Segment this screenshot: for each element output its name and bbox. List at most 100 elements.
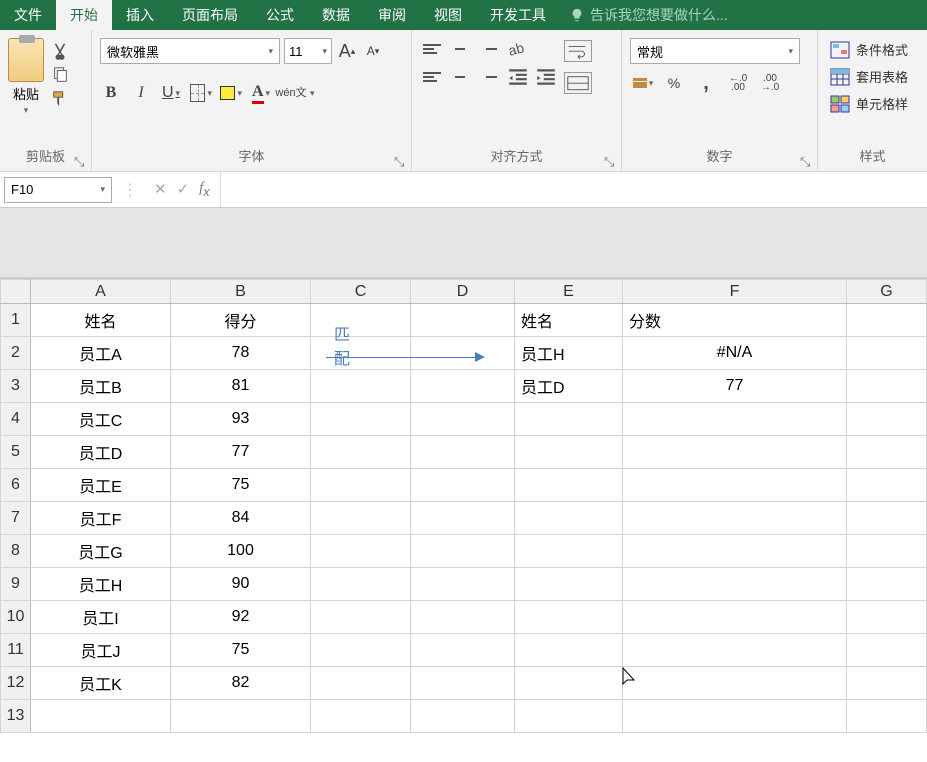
row-header-1[interactable]: 1 <box>1 304 31 337</box>
cell-G1[interactable] <box>847 304 927 337</box>
cell-E6[interactable] <box>515 469 623 502</box>
name-box[interactable]: F10 ▾ <box>4 177 112 203</box>
cell-B7[interactable]: 84 <box>171 502 311 535</box>
cell-B11[interactable]: 75 <box>171 634 311 667</box>
cell-C7[interactable] <box>311 502 411 535</box>
cell-E4[interactable] <box>515 403 623 436</box>
cell-F11[interactable] <box>623 634 847 667</box>
cell-F12[interactable] <box>623 667 847 700</box>
cell-G9[interactable] <box>847 568 927 601</box>
cell-D5[interactable] <box>411 436 515 469</box>
copy-icon[interactable] <box>50 66 70 84</box>
cell-F5[interactable] <box>623 436 847 469</box>
cell-F7[interactable] <box>623 502 847 535</box>
cell-F8[interactable] <box>623 535 847 568</box>
cell-E7[interactable] <box>515 502 623 535</box>
cell-A11[interactable]: 员工J <box>31 634 171 667</box>
col-header-E[interactable]: E <box>515 280 623 304</box>
row-header-13[interactable]: 13 <box>1 700 31 733</box>
formula-input[interactable] <box>220 172 927 207</box>
row-header-9[interactable]: 9 <box>1 568 31 601</box>
orientation-button[interactable]: ab <box>506 38 532 60</box>
cell-F1[interactable]: 分数 <box>623 304 847 337</box>
tab-review[interactable]: 审阅 <box>364 0 420 30</box>
cell-E11[interactable] <box>515 634 623 667</box>
increase-indent-button[interactable] <box>534 66 558 88</box>
paste-icon[interactable] <box>8 38 44 82</box>
cell-D3[interactable] <box>411 370 515 403</box>
tell-me-search[interactable]: 告诉我您想要做什么... <box>560 0 738 30</box>
enter-formula-button[interactable]: ✓ <box>177 180 190 199</box>
cell-C8[interactable] <box>311 535 411 568</box>
cell-G7[interactable] <box>847 502 927 535</box>
cancel-formula-button[interactable]: ✕ <box>154 180 167 199</box>
row-header-8[interactable]: 8 <box>1 535 31 568</box>
cell-D8[interactable] <box>411 535 515 568</box>
cell-styles-button[interactable]: 单元格样 <box>826 92 912 115</box>
row-header-11[interactable]: 11 <box>1 634 31 667</box>
cell-C11[interactable] <box>311 634 411 667</box>
decrease-font-icon[interactable]: A▾ <box>362 40 384 62</box>
tab-view[interactable]: 视图 <box>420 0 476 30</box>
cell-C2[interactable] <box>311 337 411 370</box>
tab-pagelayout[interactable]: 页面布局 <box>168 0 252 30</box>
cell-A9[interactable]: 员工H <box>31 568 171 601</box>
cell-A10[interactable]: 员工I <box>31 601 171 634</box>
cell-A12[interactable]: 员工K <box>31 667 171 700</box>
align-middle-button[interactable] <box>448 38 472 60</box>
cell-E10[interactable] <box>515 601 623 634</box>
cell-D9[interactable] <box>411 568 515 601</box>
tab-insert[interactable]: 插入 <box>112 0 168 30</box>
decrease-indent-button[interactable] <box>506 66 530 88</box>
row-header-7[interactable]: 7 <box>1 502 31 535</box>
cell-F2[interactable]: #N/A <box>623 337 847 370</box>
cell-A1[interactable]: 姓名 <box>31 304 171 337</box>
cell-C10[interactable] <box>311 601 411 634</box>
cut-icon[interactable] <box>50 42 70 60</box>
cell-B6[interactable]: 75 <box>171 469 311 502</box>
cell-B10[interactable]: 92 <box>171 601 311 634</box>
paste-button[interactable]: 粘贴 <box>13 84 39 103</box>
cell-F9[interactable] <box>623 568 847 601</box>
col-header-C[interactable]: C <box>311 280 411 304</box>
cell-D11[interactable] <box>411 634 515 667</box>
row-header-5[interactable]: 5 <box>1 436 31 469</box>
cell-D2[interactable] <box>411 337 515 370</box>
cell-F6[interactable] <box>623 469 847 502</box>
tab-formulas[interactable]: 公式 <box>252 0 308 30</box>
format-painter-icon[interactable] <box>50 90 70 108</box>
number-format-combo[interactable]: 常规 ▾ <box>630 38 800 64</box>
font-name-combo[interactable]: 微软雅黑 ▾ <box>100 38 280 64</box>
bold-button[interactable]: B <box>100 82 122 104</box>
increase-decimal-button[interactable]: ←.0.00 <box>726 72 750 94</box>
cell-B2[interactable]: 78 <box>171 337 311 370</box>
clipboard-launcher[interactable]: ⤡ <box>74 154 88 168</box>
row-header-6[interactable]: 6 <box>1 469 31 502</box>
tab-home[interactable]: 开始 <box>56 0 112 30</box>
cell-G6[interactable] <box>847 469 927 502</box>
merge-cells-button[interactable] <box>564 72 592 94</box>
align-top-button[interactable] <box>420 38 444 60</box>
cell-E8[interactable] <box>515 535 623 568</box>
cell-B3[interactable]: 81 <box>171 370 311 403</box>
col-header-B[interactable]: B <box>171 280 311 304</box>
cell-A6[interactable]: 员工E <box>31 469 171 502</box>
cell-E2[interactable]: 员工H <box>515 337 623 370</box>
cell-A7[interactable]: 员工F <box>31 502 171 535</box>
cell-A4[interactable]: 员工C <box>31 403 171 436</box>
underline-button[interactable]: U▾ <box>160 82 182 104</box>
cell-A13[interactable] <box>31 700 171 733</box>
col-header-D[interactable]: D <box>411 280 515 304</box>
cell-C9[interactable] <box>311 568 411 601</box>
col-header-F[interactable]: F <box>623 280 847 304</box>
cell-B8[interactable]: 100 <box>171 535 311 568</box>
cell-D1[interactable] <box>411 304 515 337</box>
font-color-button[interactable]: A▾ <box>250 82 272 104</box>
cell-C3[interactable] <box>311 370 411 403</box>
cell-B5[interactable]: 77 <box>171 436 311 469</box>
font-launcher[interactable]: ⤡ <box>394 154 408 168</box>
cell-C6[interactable] <box>311 469 411 502</box>
cell-B12[interactable]: 82 <box>171 667 311 700</box>
cell-A3[interactable]: 员工B <box>31 370 171 403</box>
italic-button[interactable]: I <box>130 82 152 104</box>
